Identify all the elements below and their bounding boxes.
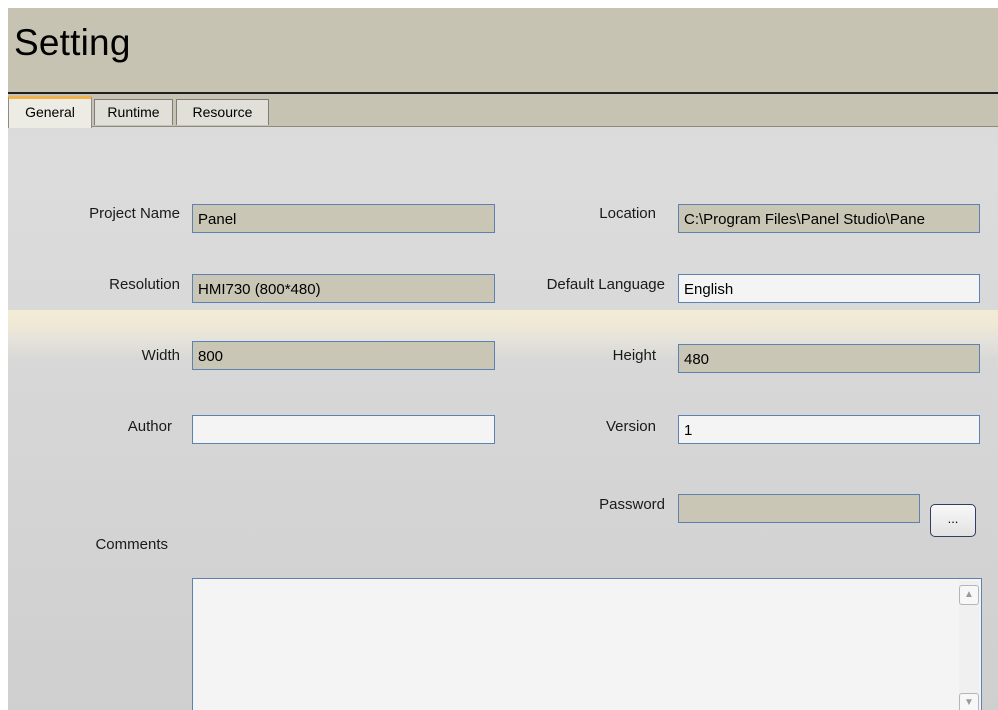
version-label: Version [605,418,656,435]
tab-general[interactable]: General [8,96,92,128]
resolution-label: Resolution [109,276,180,293]
password-label: Password [599,496,665,513]
version-field[interactable]: 1 [678,415,980,444]
height-label: Height [612,347,656,364]
width-label: Width [141,347,180,364]
project-name-field[interactable]: Panel [192,204,495,233]
location-field[interactable]: C:\Program Files\Panel Studio\Pane [678,204,980,233]
tab-strip: General Runtime Resource [8,94,998,128]
height-field[interactable]: 480 [678,344,980,373]
comments-scrollbar[interactable]: ▲ ▼ [959,581,979,710]
comments-textarea[interactable]: ▲ ▼ [192,578,982,710]
comments-label: Comments [95,536,168,553]
settings-window: Setting General Runtime Resource Project… [8,8,998,710]
password-field[interactable] [678,494,920,523]
default-language-select[interactable]: English [678,274,980,303]
location-label: Location [599,205,656,222]
project-name-label: Project Name [89,205,180,222]
scroll-down-arrow-icon[interactable]: ▼ [959,693,979,710]
width-field[interactable]: 800 [192,341,495,370]
default-language-label: Default Language [546,276,665,293]
scroll-up-arrow-icon[interactable]: ▲ [959,585,979,605]
title-banner: Setting [8,8,998,92]
page-title: Setting [14,22,131,63]
password-browse-button[interactable]: ... [930,504,976,537]
author-field[interactable] [192,415,495,444]
tab-resource[interactable]: Resource [176,99,269,125]
tab-runtime[interactable]: Runtime [94,99,173,125]
resolution-field[interactable]: HMI730 (800*480) [192,274,495,303]
author-label: Author [127,418,172,435]
